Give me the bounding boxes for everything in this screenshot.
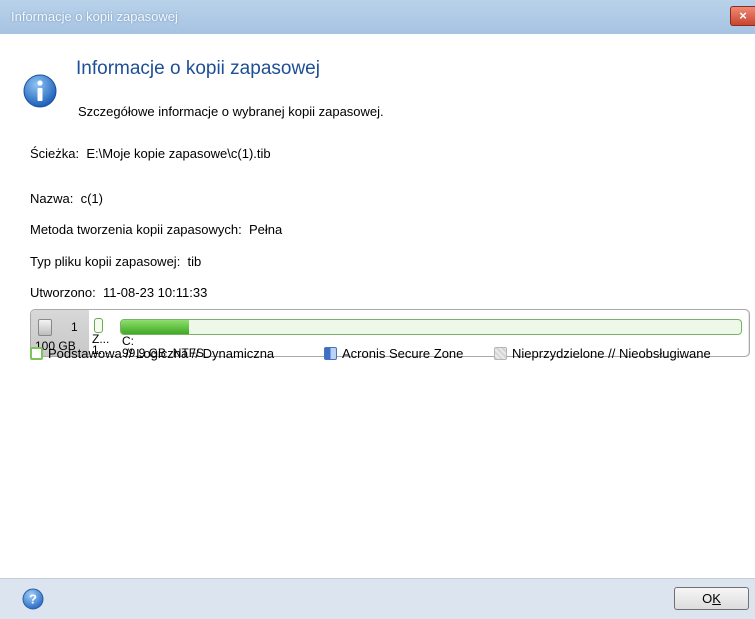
type-label: Typ pliku kopii zapasowej: <box>30 254 181 269</box>
name-value: c(1) <box>80 191 103 206</box>
method-label: Metoda tworzenia kopii zapasowych: <box>30 222 242 237</box>
type-value: tib <box>187 254 202 269</box>
disk-number: 1 <box>71 320 78 334</box>
path-value: E:\Moje kopie zapasowe\c(1).tib <box>86 146 271 161</box>
partition-c-used-fill <box>121 320 190 334</box>
help-icon[interactable]: ? <box>22 588 44 610</box>
close-button[interactable]: × <box>730 6 755 26</box>
dialog-footer: ? OK <box>0 578 755 619</box>
name-row: Nazwa: c(1) <box>30 191 103 206</box>
close-icon: × <box>739 8 747 23</box>
legend-secure-zone: Acronis Secure Zone <box>342 346 464 361</box>
info-icon <box>23 74 57 108</box>
backup-info-dialog: Informacje o kopii zapasowej × Informacj… <box>0 0 755 619</box>
path-row: Ścieżka: E:\Moje kopie zapasowe\c(1).tib <box>30 146 271 161</box>
unallocated-swatch-icon <box>494 347 507 360</box>
ok-label: O <box>702 591 713 606</box>
created-row: Utworzono: 11-08-23 10:11:33 <box>30 285 207 300</box>
method-value: Pełna <box>248 222 283 237</box>
created-value: 11-08-23 10:11:33 <box>102 285 208 300</box>
svg-text:?: ? <box>29 592 37 607</box>
partition-c-bar <box>120 319 742 335</box>
name-label: Nazwa: <box>30 191 74 206</box>
basic-partition-swatch-icon <box>30 347 43 360</box>
partition-small-bar <box>94 318 103 333</box>
title-bar[interactable]: Informacje o kopii zapasowej × <box>0 0 755 34</box>
secure-zone-swatch-icon <box>324 347 337 360</box>
legend-basic: Podstawowa // Logiczna // Dynamiczna <box>48 346 275 361</box>
ok-button[interactable]: OK <box>674 587 749 610</box>
method-row: Metoda tworzenia kopii zapasowych: Pełna <box>30 222 282 237</box>
path-label: Ścieżka: <box>30 146 80 161</box>
type-row: Typ pliku kopii zapasowej: tib <box>30 254 201 269</box>
created-label: Utworzono: <box>30 285 96 300</box>
legend-unallocated: Nieprzydzielone // Nieobsługiwane <box>512 346 711 361</box>
window-title: Informacje o kopii zapasowej <box>11 9 178 24</box>
ok-accelerator: K <box>712 591 721 606</box>
hard-disk-icon <box>38 319 52 336</box>
page-subtitle: Szczegółowe informacje o wybranej kopii … <box>78 104 384 119</box>
page-title: Informacje o kopii zapasowej <box>76 58 320 79</box>
